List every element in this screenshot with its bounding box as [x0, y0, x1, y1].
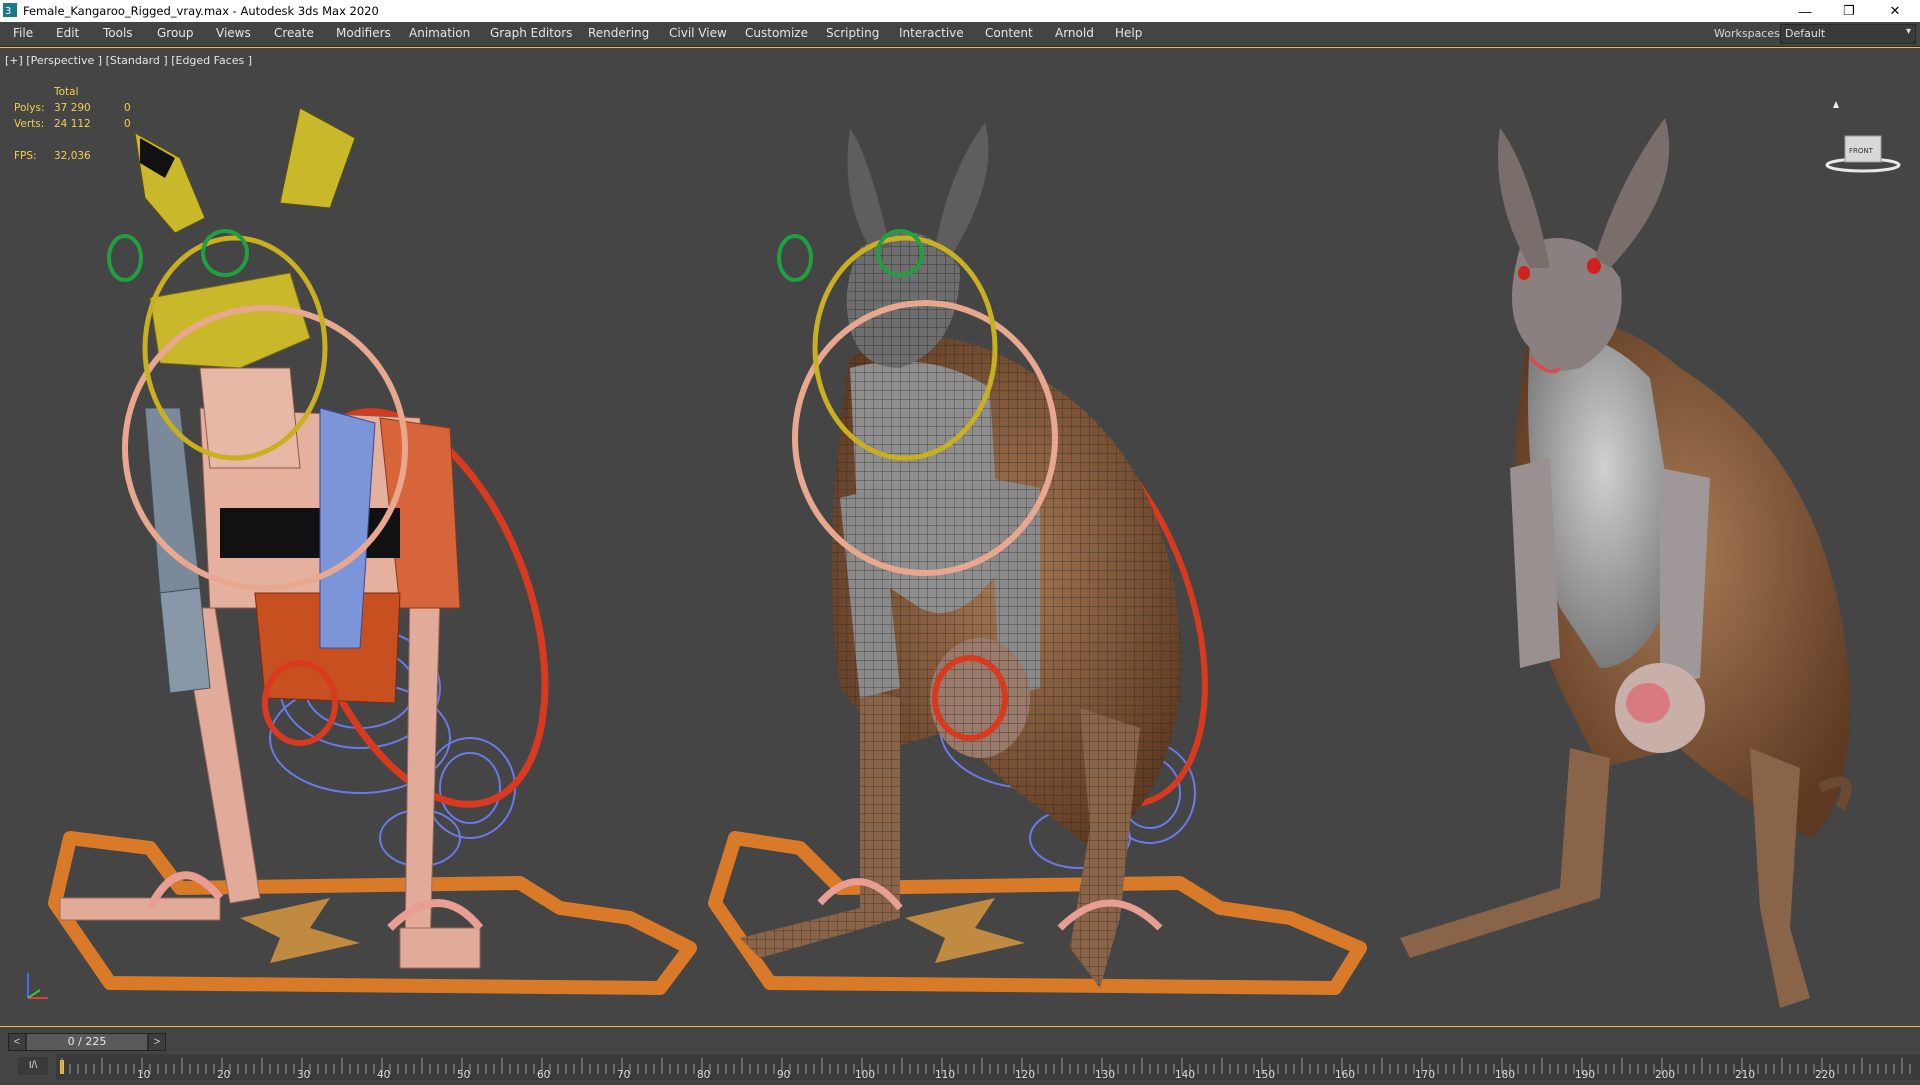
title-bar: 3 Female_Kangaroo_Rigged_vray.max - Auto… [0, 0, 1920, 22]
tick-label: 90 [777, 1069, 791, 1081]
tick-label: 70 [617, 1069, 631, 1081]
tick-label: 120 [1015, 1069, 1036, 1081]
tick-label: 60 [537, 1069, 551, 1081]
tick-label: 50 [457, 1069, 471, 1081]
menu-scripting[interactable]: Scripting [826, 26, 879, 40]
menu-help[interactable]: Help [1115, 26, 1142, 40]
frame-counter[interactable]: 0 / 225 [27, 1034, 147, 1050]
tick-label: 130 [1095, 1069, 1116, 1081]
tick-label: 220 [1815, 1069, 1836, 1081]
close-button[interactable]: ✕ [1872, 0, 1918, 22]
tick-label: 210 [1735, 1069, 1756, 1081]
rigged-mesh-model[interactable] [708, 123, 1367, 995]
timeline-track[interactable] [56, 1054, 1920, 1080]
tick-label: 170 [1415, 1069, 1436, 1081]
tick-label: 150 [1255, 1069, 1276, 1081]
perspective-viewport[interactable]: [+] [Perspective ] [Standard ] [Edged Fa… [0, 47, 1920, 1027]
menu-customize[interactable]: Customize [745, 26, 808, 40]
chevron-down-icon: ▾ [1905, 26, 1911, 37]
tick-label: 140 [1175, 1069, 1196, 1081]
next-frame-button[interactable]: > [149, 1034, 165, 1050]
menu-file[interactable]: File [13, 26, 33, 40]
timeline-ruler [60, 1058, 1911, 1074]
viewcube-widget[interactable]: FRONT [1825, 101, 1901, 173]
menu-interactive[interactable]: Interactive [899, 26, 964, 40]
tick-label: 190 [1575, 1069, 1596, 1081]
tick-label: 30 [297, 1069, 311, 1081]
scene-canvas[interactable]: FRONT [0, 48, 1920, 1027]
previous-frame-button[interactable]: < [9, 1034, 25, 1050]
home-icon[interactable] [1833, 101, 1839, 108]
minimize-button[interactable]: — [1782, 0, 1828, 22]
window-title: Female_Kangaroo_Rigged_vray.max - Autode… [23, 4, 379, 18]
tick-label: 110 [935, 1069, 956, 1081]
workspace-dropdown[interactable]: Default ▾ [1780, 24, 1916, 44]
timeline-bar: < 0 / 225 > I/\ 10 20 30 40 50 60 70 80 … [0, 1027, 1920, 1081]
restore-button[interactable]: ❐ [1826, 0, 1872, 22]
key-mode-toggle[interactable]: I/\ [18, 1057, 48, 1075]
workspace-value: Default [1785, 27, 1826, 40]
menu-rendering[interactable]: Rendering [588, 26, 649, 40]
time-slider[interactable]: < 0 / 225 > [8, 1033, 166, 1051]
tick-label: 100 [855, 1069, 876, 1081]
viewcube-front-label: FRONT [1849, 147, 1874, 155]
tick-label: 200 [1655, 1069, 1676, 1081]
svg-text:3: 3 [5, 6, 11, 17]
tick-label: 20 [217, 1069, 231, 1081]
menu-edit[interactable]: Edit [56, 26, 79, 40]
menu-group[interactable]: Group [157, 26, 194, 40]
menu-animation[interactable]: Animation [409, 26, 470, 40]
menu-graph-editors[interactable]: Graph Editors [490, 26, 572, 40]
tick-label: 80 [697, 1069, 711, 1081]
menu-modifiers[interactable]: Modifiers [336, 26, 391, 40]
menu-content[interactable]: Content [985, 26, 1033, 40]
tick-label: 40 [377, 1069, 391, 1081]
menu-bar: File Edit Tools Group Views Create Modif… [0, 22, 1920, 47]
menu-views[interactable]: Views [216, 26, 251, 40]
menu-arnold[interactable]: Arnold [1055, 26, 1094, 40]
menu-tools[interactable]: Tools [103, 26, 133, 40]
workspaces-label: Workspaces: [1714, 27, 1784, 40]
menu-create[interactable]: Create [274, 26, 314, 40]
menu-civil-view[interactable]: Civil View [669, 26, 727, 40]
3ds-max-icon: 3 [3, 3, 17, 17]
tick-label: 10 [137, 1069, 151, 1081]
axis-tripod-icon [27, 973, 48, 999]
tick-label: 160 [1335, 1069, 1356, 1081]
tick-label: 180 [1495, 1069, 1516, 1081]
rendered-kangaroo-model[interactable] [1400, 118, 1852, 1008]
bone-rig-model[interactable] [48, 107, 697, 995]
